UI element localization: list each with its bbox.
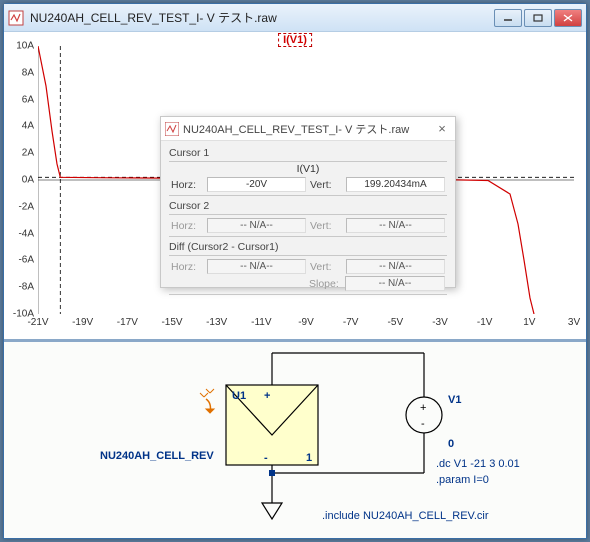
v1-plus: + [420, 402, 426, 414]
x-tick: -17V [117, 317, 138, 328]
c1-horz-value[interactable]: -20V [207, 177, 306, 192]
directive-dc: .dc V1 -21 3 0.01 [436, 458, 520, 470]
cursor-window-title: NU240AH_CELL_REV_TEST_I- V テスト.raw [183, 121, 433, 137]
schematic-canvas[interactable]: U1 + - 1 NU240AH_CELL_REV + - V1 0 [4, 342, 586, 538]
x-tick: -7V [343, 317, 359, 328]
cursor1-group-label: Cursor 1 [169, 147, 447, 159]
y-tick: 6A [22, 94, 34, 105]
app-icon [8, 10, 24, 26]
directive-include: .include NU240AH_CELL_REV.cir [322, 510, 489, 522]
y-axis: 10A8A6A4A2A0A-2A-4A-6A-8A-10A [6, 46, 36, 314]
c2-horz-label: Horz: [171, 220, 203, 232]
c1-horz-label: Horz: [171, 179, 203, 191]
v1-value: 0 [448, 438, 454, 450]
d-vert-label: Vert: [310, 261, 342, 273]
x-tick: -21V [27, 317, 48, 328]
cursor-window[interactable]: NU240AH_CELL_REV_TEST_I- V テスト.raw × Cur… [160, 116, 456, 288]
minimize-button[interactable] [494, 9, 522, 27]
v1-minus: - [421, 418, 425, 430]
y-tick: -2A [18, 201, 34, 212]
x-tick: -1V [477, 317, 493, 328]
c1-vert-value[interactable]: 199.20434mA [346, 177, 445, 192]
v1-ref: V1 [448, 394, 461, 406]
cursor-window-icon [165, 122, 179, 136]
u1-name: NU240AH_CELL_REV [100, 450, 214, 462]
cursor1-group: I(V1) Horz: -20V Vert: 199.20434mA [169, 161, 447, 196]
x-tick: -5V [388, 317, 404, 328]
x-axis: -21V-19V-17V-15V-13V-11V-9V-7V-5V-3V-1V1… [38, 317, 574, 331]
x-tick: -3V [432, 317, 448, 328]
window-controls [492, 9, 582, 27]
cursor2-group-label: Cursor 2 [169, 200, 447, 212]
x-tick: -19V [72, 317, 93, 328]
u1-ref: U1 [232, 390, 246, 402]
y-tick: 8A [22, 67, 34, 78]
cursor-window-titlebar[interactable]: NU240AH_CELL_REV_TEST_I- V テスト.raw × [161, 117, 455, 141]
cursor2-group: Horz: -- N/A-- Vert: -- N/A-- [169, 214, 447, 237]
c2-horz-value: -- N/A-- [207, 218, 306, 233]
titlebar[interactable]: NU240AH_CELL_REV_TEST_I- V テスト.raw [4, 4, 586, 32]
current-probe-icon [200, 389, 214, 413]
x-tick: -15V [161, 317, 182, 328]
maximize-button[interactable] [524, 9, 552, 27]
directive-param: .param I=0 [436, 474, 489, 486]
x-tick: -13V [206, 317, 227, 328]
c1-vert-label: Vert: [310, 179, 342, 191]
cursor-window-close-icon[interactable]: × [433, 121, 451, 136]
d-vert-value: -- N/A-- [346, 259, 445, 274]
c2-vert-value: -- N/A-- [346, 218, 445, 233]
x-tick: 3V [568, 317, 580, 328]
d-slope-label: Slope: [309, 278, 341, 290]
trace-label[interactable]: I(V1) [278, 33, 312, 47]
c2-vert-label: Vert: [310, 220, 342, 232]
x-tick: -11V [251, 317, 271, 328]
u1-pin1: 1 [306, 452, 312, 464]
cursor1-signal: I(V1) [171, 163, 445, 175]
d-slope-value: -- N/A-- [345, 276, 445, 291]
x-tick: 1V [523, 317, 535, 328]
diff-group: Horz: -- N/A-- Vert: -- N/A-- Slope: -- … [169, 255, 447, 295]
schematic-pane[interactable]: U1 + - 1 NU240AH_CELL_REV + - V1 0 [4, 342, 586, 538]
u1-plus-pin: + [264, 390, 270, 402]
cursor-window-body: Cursor 1 I(V1) Horz: -20V Vert: 199.2043… [161, 141, 455, 303]
y-tick: 4A [22, 121, 34, 132]
close-button[interactable] [554, 9, 582, 27]
y-tick: -6A [18, 255, 34, 266]
y-tick: -8A [18, 282, 34, 293]
y-tick: -4A [18, 228, 34, 239]
y-tick: 10A [16, 41, 34, 52]
y-tick: 0A [22, 175, 34, 186]
diff-group-label: Diff (Cursor2 - Cursor1) [169, 241, 447, 253]
y-tick: 2A [22, 148, 34, 159]
d-horz-label: Horz: [171, 261, 203, 273]
d-horz-value: -- N/A-- [207, 259, 306, 274]
content-area: I(V1) 10A8A6A4A2A0A-2A-4A-6A-8A-10A -21V… [4, 32, 586, 538]
x-tick: -9V [298, 317, 314, 328]
main-window: NU240AH_CELL_REV_TEST_I- V テスト.raw I(V1)… [3, 3, 587, 539]
window-title: NU240AH_CELL_REV_TEST_I- V テスト.raw [30, 9, 492, 26]
u1-minus-pin: - [264, 452, 268, 464]
